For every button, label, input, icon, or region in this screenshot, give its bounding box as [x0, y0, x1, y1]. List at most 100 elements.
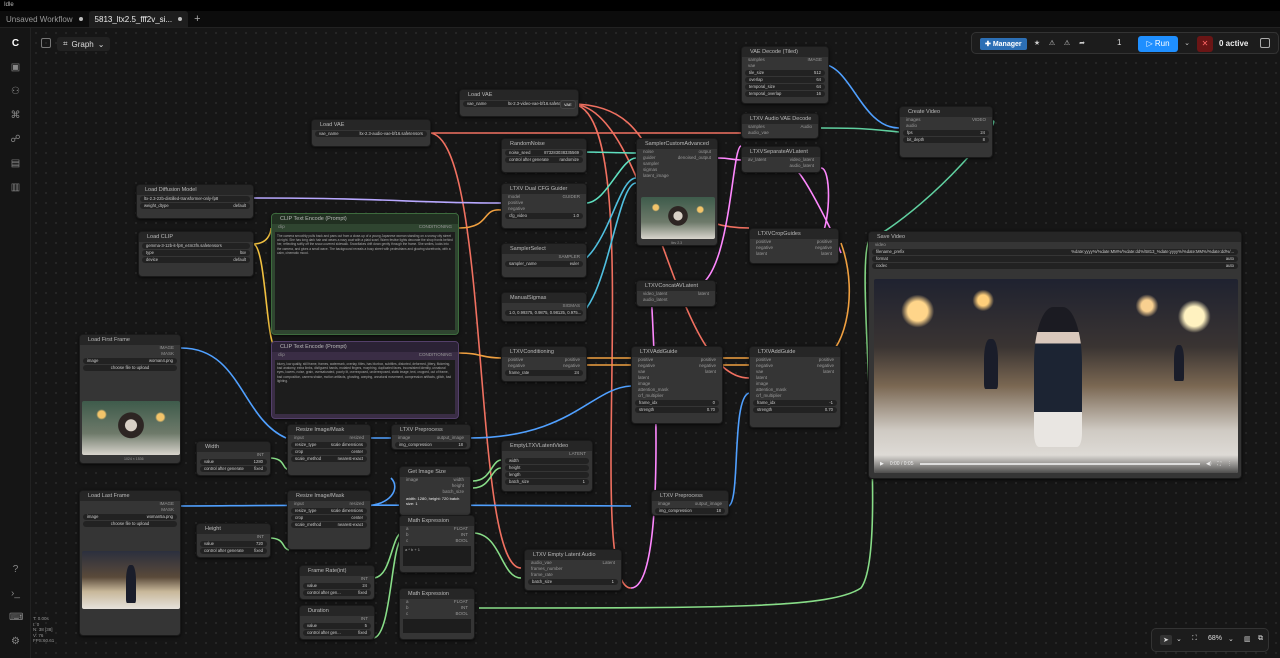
active-queue-label[interactable]: 0 active: [1219, 39, 1248, 48]
scale-method-widget[interactable]: scale_method nearest-exact: [291, 456, 367, 462]
value-widget[interactable]: value 1280: [200, 459, 267, 465]
fit-view-icon[interactable]: ⛶: [1192, 635, 1197, 643]
node-ltxv-empty-latent-audio[interactable]: LTXV Empty Latent Audio audio_vae Latent …: [524, 549, 622, 591]
upload-button[interactable]: choose file to upload: [83, 521, 177, 527]
resize-type-widget[interactable]: resize_type scale dimensions: [291, 442, 367, 448]
strength-widget[interactable]: strength 0.70: [635, 407, 719, 413]
expression-textarea[interactable]: [403, 619, 471, 633]
keyboard-icon[interactable]: ⌨: [9, 611, 23, 624]
node-manual-sigmas[interactable]: ManualSigmas SIGMAS 1.0, 0.99375, 0.9875…: [501, 292, 587, 322]
node-frame-rate[interactable]: Frame Rate(int) INT value 24 control afte…: [299, 565, 375, 600]
nodes-icon[interactable]: ⌘: [9, 109, 22, 122]
node-clip-text-encode-negative[interactable]: CLIP Text Encode (Prompt) clip CONDITIONI…: [271, 341, 459, 419]
node-resize-image-last[interactable]: Resize Image/Mask input resized resize_ty…: [287, 490, 371, 550]
node-ltxv-conditioning[interactable]: LTXVConditioning positive positive negati…: [501, 346, 587, 382]
noise-seed-widget[interactable]: noise_seed 873283038335569: [505, 150, 583, 156]
templates-icon[interactable]: ▥: [9, 181, 22, 194]
format-widget[interactable]: format auto: [872, 256, 1238, 262]
share-icon[interactable]: ➦: [1075, 38, 1089, 50]
overlap-widget[interactable]: overlap 64: [745, 77, 825, 83]
img-compression-widget[interactable]: img_compression 18: [395, 442, 467, 448]
graph-canvas[interactable]: ⌗ Graph ⌄ Load VAE vae_name ltx-2.3-vide…: [31, 28, 1280, 658]
node-load-last-frame[interactable]: Load Last Frame IMAGE MASK image woman5a.…: [79, 490, 181, 636]
node-width[interactable]: Width INT value 1280 control after genera…: [196, 441, 271, 476]
control-widget[interactable]: control after gen... fixed: [303, 590, 371, 596]
queue-count-input[interactable]: 1: [1117, 38, 1121, 47]
control-widget[interactable]: control after generate fixed: [200, 548, 267, 554]
clip-name-widget[interactable]: gemma-3-12b-it-fp8_e4m3fn.safetensors: [142, 243, 250, 249]
node-ltxv-preprocess-last[interactable]: LTXV Preprocess image output_image img_co…: [651, 490, 729, 516]
tab-unsaved-workflow[interactable]: Unsaved Workflow: [0, 11, 89, 27]
node-height[interactable]: Height INT value 720 control after genera…: [196, 523, 271, 558]
video-progress-bar[interactable]: [919, 463, 1200, 465]
node-load-vae-video[interactable]: Load VAE vae_name ltx-2.3-video-vae-bf16.…: [459, 89, 579, 117]
zoom-level[interactable]: 68%: [1208, 635, 1222, 642]
clip-device-widget[interactable]: device default: [142, 257, 250, 263]
node-sampler-select[interactable]: SamplerSelect SAMPLER sampler_name euler: [501, 243, 587, 278]
frame-rate-widget[interactable]: frame_rate 24: [505, 370, 583, 376]
node-load-clip[interactable]: Load CLIP gemma-3-12b-it-fp8_e4m3fn.safe…: [138, 231, 254, 277]
width-input[interactable]: width: [505, 458, 589, 464]
volume-icon[interactable]: ◀): [1206, 461, 1212, 467]
crop-widget[interactable]: crop center: [291, 449, 367, 455]
temporal-size-widget[interactable]: temporal_size 64: [745, 84, 825, 90]
fullscreen-icon[interactable]: ⛶: [1217, 461, 1221, 467]
settings-gear-icon[interactable]: ⚙: [9, 635, 22, 648]
node-ltxv-audio-vae-decode[interactable]: LTXV Audio VAE Decode samples Audio audio…: [741, 113, 819, 139]
frame-idx-widget[interactable]: frame_idx 0: [635, 400, 719, 406]
node-ltxv-separate-av-latent[interactable]: LTXVSeparateAVLatent av_latent video_late…: [741, 146, 821, 173]
node-resize-image-first[interactable]: Resize Image/Mask input resized resize_ty…: [287, 424, 371, 476]
fps-widget[interactable]: fps 24: [903, 130, 989, 136]
resize-type-widget[interactable]: resize_type scale dimensions: [291, 508, 367, 514]
tab-current-workflow[interactable]: 5813_ltx2.5_fff2v_si...: [88, 11, 189, 27]
height-input[interactable]: height: [505, 465, 589, 471]
more-options-icon[interactable]: ⋮: [1227, 461, 1232, 467]
models-icon[interactable]: ⚇: [9, 85, 22, 98]
node-ltxv-dual-cfg-guider[interactable]: LTXV Dual CFG Guider model GUIDER positiv…: [501, 183, 587, 229]
star-icon[interactable]: ★: [1030, 38, 1044, 50]
node-ltxv-concat-av-latent[interactable]: LTXVConcatAVLatent video_latent latent au…: [636, 280, 716, 307]
tile-size-widget[interactable]: tile_size 512: [745, 70, 825, 76]
play-icon[interactable]: ▶: [880, 461, 884, 467]
node-load-first-frame[interactable]: Load First Frame IMAGE MASK image woman4.…: [79, 334, 181, 464]
control-widget[interactable]: control after generate fixed: [200, 466, 267, 472]
node-ltxv-add-guide-first[interactable]: LTXVAddGuide positive positive negative ne…: [631, 346, 723, 424]
image-select-widget[interactable]: image woman5a.png: [83, 514, 177, 520]
comfy-logo-icon[interactable]: C: [9, 37, 22, 50]
node-vae-decode-tiled[interactable]: VAE Decode (Tiled) samples IMAGE vae tile…: [741, 46, 829, 104]
node-duration[interactable]: Duration INT value 5 control after gen...…: [299, 605, 375, 640]
control-widget[interactable]: control after gen... fixed: [303, 630, 371, 636]
run-button[interactable]: ▷ Run: [1138, 36, 1178, 52]
image-select-widget[interactable]: image woman4.png: [83, 358, 177, 364]
bit-depth-widget[interactable]: bit_depth 8: [903, 137, 989, 143]
value-widget[interactable]: value 5: [303, 623, 371, 629]
weight-dtype-widget[interactable]: weight_dtype default: [140, 203, 250, 209]
positive-prompt-textarea[interactable]: The camera smoothly pulls back and pans …: [275, 232, 455, 330]
control-after-generate-widget[interactable]: control after generate randomize: [505, 157, 583, 163]
images-icon[interactable]: ▣: [9, 61, 22, 74]
negative-prompt-textarea[interactable]: blurry, low quality, still frame, frames…: [275, 360, 455, 414]
batch-size-widget[interactable]: batch_size 1: [528, 579, 618, 585]
node-get-image-size[interactable]: Get Image Size image width height batch_s…: [399, 466, 471, 516]
length-input[interactable]: length: [505, 472, 589, 478]
cfg-video-widget[interactable]: cfg_video 1.0: [505, 213, 583, 219]
node-math-expression-audio[interactable]: Math Expression a FLOAT b INT c BOOL: [399, 588, 475, 640]
expression-textarea[interactable]: a * b + 1: [403, 546, 471, 566]
node-sampler-custom-advanced[interactable]: SamplerCustomAdvanced noise output guider…: [636, 138, 718, 246]
sampler-name-widget[interactable]: sampler_name euler: [505, 261, 583, 267]
value-widget[interactable]: value 720: [200, 541, 267, 547]
node-save-video[interactable]: Save Video video filename_prefix %date:yy…: [868, 231, 1242, 479]
scale-method-widget[interactable]: scale_method nearest-exact: [291, 522, 367, 528]
strength-widget[interactable]: strength 0.70: [753, 407, 837, 413]
node-math-expression-frames[interactable]: Math Expression a FLOAT b INT c BOOL a * b …: [399, 515, 475, 573]
node-library-icon[interactable]: ☍: [9, 133, 22, 146]
value-widget[interactable]: value 24: [303, 583, 371, 589]
clear-icon[interactable]: ⚠: [1045, 38, 1059, 50]
crop-widget[interactable]: crop center: [291, 515, 367, 521]
help-icon[interactable]: ?: [9, 563, 22, 576]
node-random-noise[interactable]: RandomNoise noise_seed 873283038335569 co…: [501, 138, 587, 173]
run-options-chevron-icon[interactable]: ⌄: [1180, 38, 1194, 50]
new-tab-plus-icon[interactable]: +: [188, 11, 206, 27]
terminal-icon[interactable]: ›_: [9, 587, 22, 600]
codec-widget[interactable]: codec auto: [872, 263, 1238, 269]
